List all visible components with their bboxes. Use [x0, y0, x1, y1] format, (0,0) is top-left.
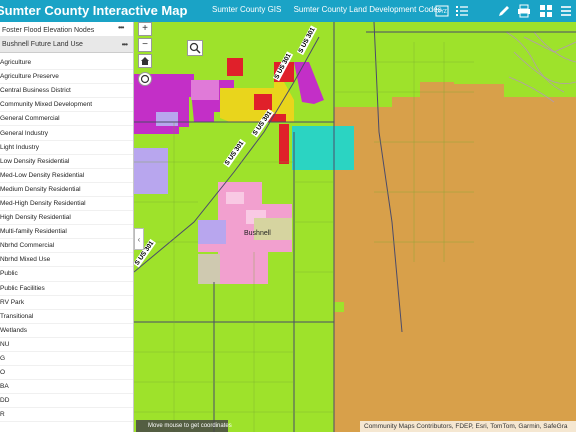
coordinate-readout: Move mouse to get coordinates	[136, 420, 232, 432]
print-icon[interactable]	[514, 1, 534, 21]
app-title: Sumter County Interactive Map	[0, 3, 188, 18]
map-view[interactable]: S US 301 S US 301 S US 301 S US 301 S US…	[134, 22, 576, 432]
locate-button[interactable]	[138, 72, 152, 86]
lavender-west	[134, 148, 168, 194]
legend-item: Med-High Density Residential	[0, 197, 133, 212]
orange-zone-main	[334, 107, 576, 432]
layer-list-icon[interactable]	[452, 1, 472, 21]
locate-icon	[140, 74, 150, 84]
header-links: Sumter County GIS Sumter County Land Dev…	[212, 5, 452, 14]
legend-item: Low Density Residential	[0, 155, 133, 169]
legend-item: High Density Residential	[0, 211, 133, 226]
land-use-legend: Agriculture Agriculture Preserve Central B…	[0, 56, 133, 423]
land-use-map	[134, 22, 576, 432]
legend-item: General Commercial	[0, 112, 133, 127]
app-header: Sumter County Interactive Map Sumter Cou…	[0, 0, 576, 22]
legend-item: Transitional	[0, 310, 133, 324]
sidebar-collapse-button[interactable]: ‹	[134, 228, 144, 250]
legend-item: Nbrhd Commercial	[0, 239, 133, 254]
home-icon	[141, 57, 149, 65]
legend-item: Public Facilities	[0, 282, 133, 296]
legend-item: Public	[0, 267, 133, 282]
gis-link[interactable]: Sumter County GIS	[212, 5, 281, 14]
legend-item: Agriculture Preserve	[0, 70, 133, 85]
land-development-codes-link[interactable]: Sumter County Land Development Codes	[294, 5, 442, 14]
legend-item: Community Mixed Development	[0, 98, 133, 113]
town-label-bushnell: Bushnell	[244, 230, 271, 237]
layer-options-icon[interactable]: •••	[122, 40, 128, 49]
legend-item: Medium Density Residential	[0, 183, 133, 197]
legend-item: O	[0, 366, 133, 381]
legend-item: DD	[0, 394, 133, 409]
legend-item: Light Industry	[0, 141, 133, 155]
search-button[interactable]	[187, 40, 203, 56]
legend-item: General Industry	[0, 126, 133, 141]
legend-item: Multi-family Residential	[0, 225, 133, 240]
legend-item: Agriculture	[0, 56, 133, 71]
legend-item: Med-Low Density Residential	[0, 169, 133, 183]
zoom-out-button[interactable]: −	[138, 38, 152, 52]
legend-item: Nbrhd Mixed Use	[0, 253, 133, 268]
legend-item: Wetlands	[0, 324, 133, 338]
map-attribution: Community Maps Contributors, FDEP, Esri,…	[360, 421, 576, 432]
legend-item: R	[0, 408, 133, 423]
menu-icon[interactable]	[556, 1, 576, 21]
legend-item: BA	[0, 380, 133, 395]
layer-sidebar: Foster Flood Elevation Nodes Bushnell Fu…	[0, 22, 134, 432]
legend-item: Central Business District	[0, 84, 133, 99]
future-land-use-label: Bushnell Future Land Use	[2, 40, 83, 48]
svg-text:XYZ: XYZ	[437, 9, 447, 15]
flood-layer-label: Foster Flood Elevation Nodes	[2, 26, 95, 34]
widgets-grid-icon[interactable]	[536, 1, 556, 21]
home-button[interactable]	[138, 54, 152, 68]
future-land-use-layer-row[interactable]: Bushnell Future Land Use •••	[0, 36, 133, 53]
legend-item: G	[0, 352, 133, 367]
cyan-zone	[292, 126, 354, 170]
search-icon	[189, 42, 201, 54]
legend-item: RV Park	[0, 296, 133, 310]
basemap-gallery-icon[interactable]: XYZ	[432, 1, 452, 21]
magenta-north	[294, 62, 324, 104]
legend-item: NU	[0, 338, 133, 352]
draw-icon[interactable]	[494, 1, 514, 21]
zoom-in-button[interactable]: +	[138, 22, 152, 36]
ne-subdivision	[505, 31, 576, 103]
